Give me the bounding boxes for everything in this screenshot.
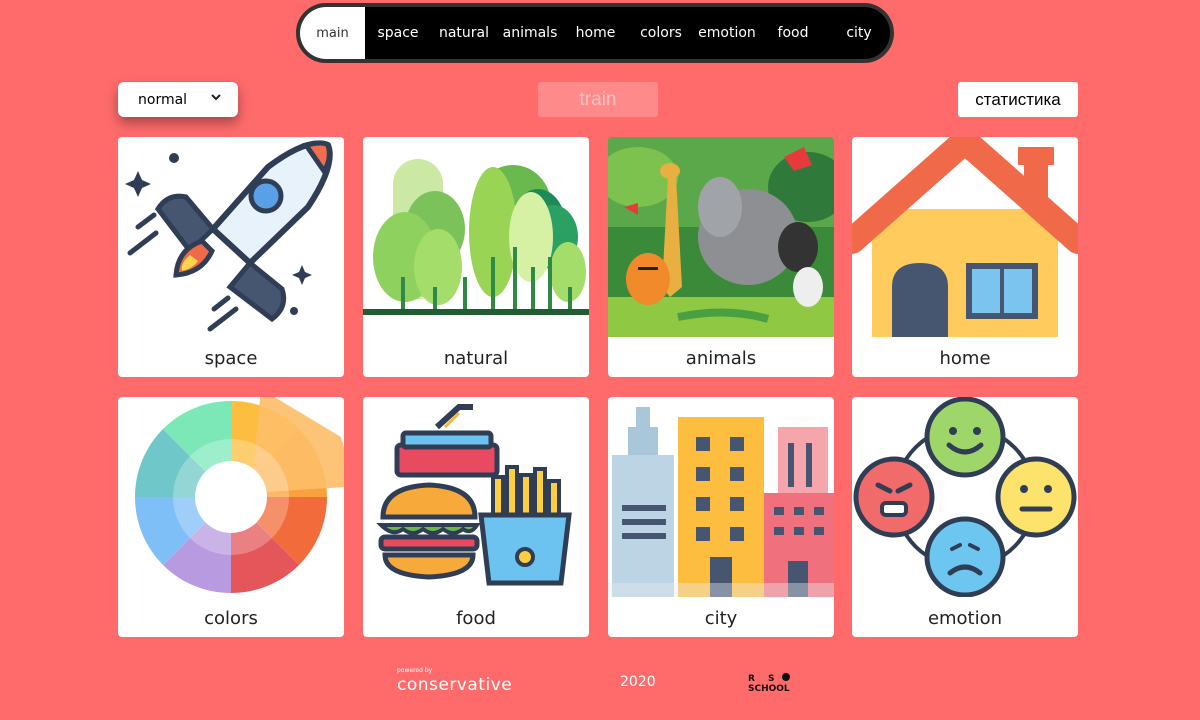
card-label: food <box>456 608 496 629</box>
nav-item-natural[interactable]: natural <box>431 7 497 59</box>
nav-item-emotion[interactable]: emotion <box>694 7 760 59</box>
top-nav: main space natural animals home colors e… <box>296 3 894 63</box>
footer-powered-by[interactable]: powered by conservative <box>397 667 512 695</box>
category-card-city[interactable]: city <box>608 397 834 637</box>
nav-item-food[interactable]: food <box>760 7 826 59</box>
category-card-emotion[interactable]: emotion <box>852 397 1078 637</box>
trees-icon <box>363 159 589 315</box>
card-label: city <box>704 608 738 629</box>
nav-item-space[interactable]: space <box>365 7 431 59</box>
mode-select[interactable]: normal <box>118 82 238 117</box>
card-label: space <box>204 348 258 369</box>
card-label: colors <box>204 608 258 629</box>
card-label: emotion <box>927 608 1003 629</box>
category-card-food[interactable]: food <box>363 397 589 637</box>
rocket-icon <box>125 140 333 332</box>
statistics-button[interactable]: статистика <box>958 82 1078 117</box>
category-card-colors[interactable]: colors <box>118 397 344 637</box>
chevron-down-icon <box>211 94 221 101</box>
train-button[interactable]: train <box>538 82 658 117</box>
nav-item-home[interactable]: home <box>563 7 628 59</box>
jungle-animals-icon <box>608 137 834 337</box>
fast-food-icon <box>376 404 572 586</box>
category-card-natural[interactable]: natural <box>363 137 589 377</box>
rs-school-logo-icon[interactable]: R S SCHOOL <box>748 672 802 694</box>
nav-item-animals[interactable]: animals <box>497 7 563 59</box>
buildings-icon <box>608 407 834 597</box>
category-card-space[interactable]: space <box>118 137 344 377</box>
svg-text:S: S <box>768 674 774 684</box>
emoji-faces-icon <box>853 397 1077 597</box>
mode-select-value: normal <box>138 91 188 108</box>
powered-by-text: powered by <box>397 667 433 674</box>
card-label: natural <box>443 348 509 369</box>
category-card-animals[interactable]: animals <box>608 137 834 377</box>
category-card-home[interactable]: home <box>852 137 1078 377</box>
card-label: home <box>939 348 991 369</box>
nav-item-colors[interactable]: colors <box>628 7 694 59</box>
card-label: animals <box>685 348 757 369</box>
color-wheel-icon <box>134 397 344 594</box>
nav-item-main[interactable]: main <box>300 7 365 59</box>
powered-by-brand: conservative <box>397 675 513 695</box>
footer-year: 2020 <box>620 674 656 690</box>
svg-text:R: R <box>748 674 755 684</box>
house-icon <box>852 137 1078 337</box>
nav-item-city[interactable]: city <box>826 7 890 59</box>
svg-text:SCHOOL: SCHOOL <box>748 684 790 694</box>
